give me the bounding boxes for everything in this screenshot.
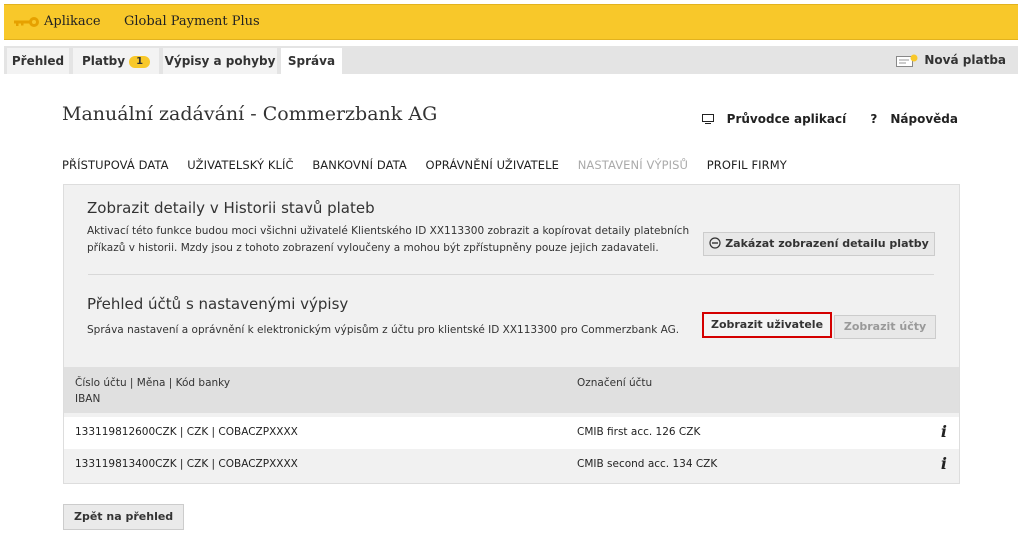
section-text-line: příkazů v historii. Mzdy jsou z tohoto z… (87, 242, 659, 254)
show-users-button[interactable]: Zobrazit uživatele (702, 312, 832, 338)
back-to-overview-button[interactable]: Zpět na přehled (63, 504, 185, 530)
settings-subnav: PŘÍSTUPOVÁ DATA UŽIVATELSKÝ KLÍČ BANKOVN… (62, 158, 802, 172)
subnav-profil-firmy[interactable]: PROFIL FIRMY (707, 158, 787, 172)
section-divider (88, 274, 934, 275)
column-header-account-name: Označení účtu (577, 377, 653, 389)
question-icon: ? (870, 112, 878, 126)
app-guide-link[interactable]: Průvodce aplikací (701, 112, 847, 126)
help-label: Nápověda (890, 112, 958, 126)
tab-label: Platby (81, 54, 126, 68)
tab-prehled[interactable]: Přehled (7, 48, 69, 74)
info-icon[interactable]: i (941, 454, 947, 473)
tab-sprava[interactable]: Správa (281, 48, 342, 74)
count-badge: 1 (129, 55, 151, 68)
main-tabs: Přehled Platby 1 Výpisy a pohyby Správa N… (4, 46, 1018, 74)
tab-vypisy-a-pohyby[interactable]: Výpisy a pohyby (163, 48, 277, 74)
subnav-opravneni-uzivatele[interactable]: OPRÁVNĚNÍ UŽIVATELE (426, 158, 559, 172)
tab-label: Přehled (11, 54, 65, 68)
section-title-accounts: Přehled účtů s nastavenými výpisy (87, 295, 349, 313)
new-payment-icon (896, 54, 918, 67)
tab-platby[interactable]: Platby 1 (73, 48, 159, 74)
info-icon[interactable]: i (941, 422, 947, 441)
subnav-nastaveni-vypisu[interactable]: NASTAVENÍ VÝPISŮ (578, 158, 688, 172)
disable-payment-detail-button[interactable]: Zakázat zobrazení detailu platby (703, 232, 935, 256)
subnav-pristupova-data[interactable]: PŘÍSTUPOVÁ DATA (62, 158, 169, 172)
new-payment-label: Nová platba (924, 53, 1006, 67)
app-guide-label: Průvodce aplikací (726, 112, 847, 126)
statement-settings-panel: Zobrazit detaily v Historii stavů plateb… (63, 184, 960, 484)
monitor-icon (701, 114, 714, 124)
minus-circle-icon (709, 237, 721, 249)
account-name: CMIB first acc. 126 CZK (577, 426, 701, 438)
accounts-table-header: Číslo účtu | Měna | Kód banky IBAN Označ… (64, 367, 959, 413)
show-accounts-button[interactable]: Zobrazit účty (834, 315, 936, 339)
tab-label: Výpisy a pohyby (164, 54, 276, 68)
section-text-accounts: Správa nastavení a oprávnění k elektroni… (87, 324, 680, 336)
account-number: 133119813400CZK | CZK | COBACZPXXXX (75, 458, 298, 470)
page-title: Manuální zadávání - Commerzbank AG (62, 103, 438, 125)
account-number: 133119812600CZK | CZK | COBACZPXXXX (75, 426, 298, 438)
app-menu-label[interactable]: Aplikace (44, 14, 101, 29)
button-label: Zakázat zobrazení detailu platby (725, 237, 929, 250)
table-row[interactable]: 133119813400CZK | CZK | COBACZPXXXX CMIB… (64, 449, 959, 481)
tab-label: Správa (287, 54, 336, 68)
table-row[interactable]: 133119812600CZK | CZK | COBACZPXXXX CMIB… (64, 417, 959, 449)
help-link[interactable]: ? Nápověda (860, 112, 958, 126)
section-text-history: Aktivací této funkce budou moci všichni … (87, 223, 689, 257)
subnav-bankovni-data[interactable]: BANKOVNÍ DATA (312, 158, 407, 172)
column-header-line: IBAN (75, 393, 101, 405)
account-name: CMIB second acc. 134 CZK (577, 458, 718, 470)
column-header-line: Číslo účtu | Měna | Kód banky (75, 377, 231, 389)
new-payment-button[interactable]: Nová platba (896, 46, 1006, 74)
section-text-line: Aktivací této funkce budou moci všichni … (87, 225, 690, 237)
subnav-uzivatelsky-klic[interactable]: UŽIVATELSKÝ KLÍČ (187, 158, 293, 172)
column-header-account: Číslo účtu | Měna | Kód banky IBAN (75, 375, 230, 407)
section-title-history: Zobrazit detaily v Historii stavů plateb (87, 199, 375, 217)
help-links: Průvodce aplikací ? Nápověda (692, 112, 958, 126)
top-bar: Aplikace Global Payment Plus (4, 4, 1018, 40)
product-name: Global Payment Plus (124, 14, 260, 29)
key-icon (14, 17, 39, 27)
